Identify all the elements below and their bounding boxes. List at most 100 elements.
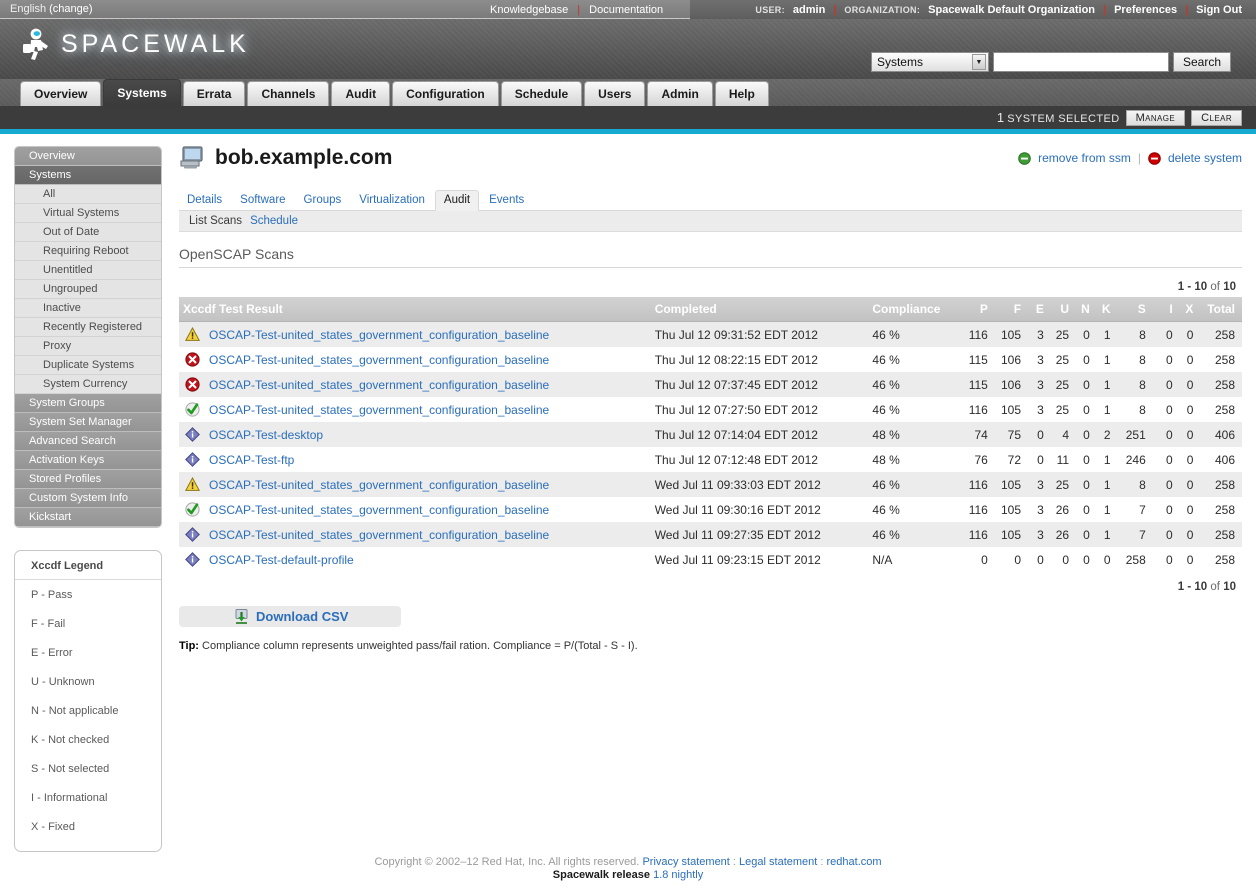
table-row[interactable]: OSCAP-Test-united_states_government_conf… [179, 472, 1242, 497]
subtab-software[interactable]: Software [232, 191, 293, 210]
cell-x: 0 [1179, 321, 1201, 347]
scan-result-link[interactable]: OSCAP-Test-united_states_government_conf… [209, 503, 549, 517]
sidebar-item-recently-registered[interactable]: Recently Registered [15, 318, 161, 337]
subtab-groups[interactable]: Groups [296, 191, 350, 210]
sidebar-item-inactive[interactable]: Inactive [15, 299, 161, 318]
cell-i: 0 [1152, 397, 1180, 422]
col-s[interactable]: S [1117, 297, 1153, 322]
col-f[interactable]: F [994, 297, 1029, 322]
cell-compliance: 46 % [868, 522, 962, 547]
table-row[interactable]: OSCAP-Test-united_states_government_conf… [179, 397, 1242, 422]
language-change-link[interactable]: (change) [49, 3, 92, 15]
subtab-schedule[interactable]: Schedule [250, 215, 298, 227]
tab-errata[interactable]: Errata [182, 81, 246, 106]
table-row[interactable]: OSCAP-Test-united_states_government_conf… [179, 372, 1242, 397]
table-row[interactable]: OSCAP-Test-united_states_government_conf… [179, 522, 1242, 547]
sign-out-link[interactable]: Sign Out [1196, 4, 1242, 16]
sidebar-item-advanced-search[interactable]: Advanced Search [15, 432, 161, 451]
redhat-link[interactable]: redhat.com [827, 856, 882, 868]
col-total[interactable]: Total [1200, 297, 1242, 322]
subtab-list-scans[interactable]: List Scans [189, 215, 242, 227]
sidebar-item-system-set-manager[interactable]: System Set Manager [15, 413, 161, 432]
tab-systems[interactable]: Systems [103, 79, 181, 106]
privacy-statement-link[interactable]: Privacy statement [642, 856, 729, 868]
col-i[interactable]: I [1152, 297, 1180, 322]
cell-i: 0 [1152, 347, 1180, 372]
table-row[interactable]: OSCAP-Test-default-profile Wed Jul 11 09:… [179, 547, 1242, 572]
tab-audit[interactable]: Audit [331, 81, 391, 106]
preferences-link[interactable]: Preferences [1114, 4, 1177, 16]
scan-result-link[interactable]: OSCAP-Test-united_states_government_conf… [209, 478, 549, 492]
download-csv-bar[interactable]: Download CSV [179, 606, 401, 627]
scan-result-link[interactable]: OSCAP-Test-united_states_government_conf… [209, 403, 549, 417]
sidebar-item-virtual-systems[interactable]: Virtual Systems [15, 204, 161, 223]
tab-overview[interactable]: Overview [20, 81, 102, 106]
ssm-manage-button[interactable]: Manage [1125, 109, 1186, 126]
sidebar-item-ungrouped[interactable]: Ungrouped [15, 280, 161, 299]
separator: | [1103, 3, 1107, 16]
download-csv-link[interactable]: Download CSV [256, 609, 348, 624]
col-u[interactable]: U [1050, 297, 1077, 322]
download-icon [235, 609, 248, 624]
col-xccdf-test-result[interactable]: Xccdf Test Result [179, 297, 651, 322]
release-version-link[interactable]: 1.8 nightly [653, 869, 703, 881]
tab-help[interactable]: Help [714, 81, 769, 106]
legal-statement-link[interactable]: Legal statement [739, 856, 817, 868]
brand-logo[interactable]: SPACEWALK [22, 27, 250, 61]
sidebar-item-requiring-reboot[interactable]: Requiring Reboot [15, 242, 161, 261]
sidebar-item-proxy[interactable]: Proxy [15, 337, 161, 356]
ssm-clear-button[interactable]: Clear [1191, 109, 1242, 126]
sidebar-item-systems[interactable]: Systems [15, 166, 161, 185]
col-k[interactable]: K [1096, 297, 1118, 322]
scan-result-link[interactable]: OSCAP-Test-united_states_government_conf… [209, 328, 549, 342]
documentation-link[interactable]: Documentation [589, 4, 663, 16]
cell-k: 1 [1096, 372, 1118, 397]
col-n[interactable]: N [1076, 297, 1097, 322]
subtab-audit[interactable]: Audit [434, 190, 480, 211]
tab-users[interactable]: Users [584, 81, 646, 106]
search-scope-select[interactable]: Systems ▼ [870, 52, 989, 72]
sidebar-item-kickstart[interactable]: Kickstart [15, 508, 161, 527]
delete-system-link[interactable]: delete system [1168, 151, 1242, 165]
sidebar-item-activation-keys[interactable]: Activation Keys [15, 451, 161, 470]
sidebar-item-overview[interactable]: Overview [15, 147, 161, 166]
sidebar-item-stored-profiles[interactable]: Stored Profiles [15, 470, 161, 489]
sidebar-item-all[interactable]: All [15, 185, 161, 204]
col-completed[interactable]: Completed [650, 297, 869, 322]
subtab-events[interactable]: Events [481, 191, 532, 210]
table-row[interactable]: OSCAP-Test-united_states_government_conf… [179, 321, 1242, 347]
scan-result-link[interactable]: OSCAP-Test-default-profile [209, 553, 354, 567]
search-input[interactable] [992, 52, 1169, 72]
sidebar-item-unentitled[interactable]: Unentitled [15, 261, 161, 280]
sidebar-item-duplicate-systems[interactable]: Duplicate Systems [15, 356, 161, 375]
subtab-virtualization[interactable]: Virtualization [351, 191, 433, 210]
col-x[interactable]: X [1179, 297, 1201, 322]
scan-result-link[interactable]: OSCAP-Test-united_states_government_conf… [209, 378, 549, 392]
scan-result-link[interactable]: OSCAP-Test-desktop [209, 428, 323, 442]
sidebar-item-system-currency[interactable]: System Currency [15, 375, 161, 394]
col-compliance[interactable]: Compliance [868, 297, 962, 322]
table-row[interactable]: OSCAP-Test-ftp Thu Jul 12 07:12:48 EDT 20… [179, 447, 1242, 472]
search-button[interactable]: Search [1172, 52, 1231, 72]
scan-result-link[interactable]: OSCAP-Test-ftp [209, 453, 294, 467]
page-title-group: bob.example.com [179, 146, 392, 170]
sidebar-item-system-groups[interactable]: System Groups [15, 394, 161, 413]
sidebar-item-custom-system-info[interactable]: Custom System Info [15, 489, 161, 508]
scan-result-link[interactable]: OSCAP-Test-united_states_government_conf… [209, 353, 549, 367]
sidebar-item-out-of-date[interactable]: Out of Date [15, 223, 161, 242]
col-e[interactable]: E [1028, 297, 1051, 322]
subtab-details[interactable]: Details [179, 191, 230, 210]
tab-channels[interactable]: Channels [247, 81, 330, 106]
col-p[interactable]: P [961, 297, 995, 322]
knowledgebase-link[interactable]: Knowledgebase [490, 4, 568, 16]
table-row[interactable]: OSCAP-Test-united_states_government_conf… [179, 497, 1242, 522]
legend-row-not-checked: K - Not checked [31, 734, 110, 746]
scan-result-link[interactable]: OSCAP-Test-united_states_government_conf… [209, 528, 549, 542]
cell-completed: Thu Jul 12 07:12:48 EDT 2012 [650, 447, 869, 472]
tab-admin[interactable]: Admin [647, 81, 713, 106]
table-row[interactable]: OSCAP-Test-desktop Thu Jul 12 07:14:04 ED… [179, 422, 1242, 447]
remove-from-ssm-link[interactable]: remove from ssm [1038, 151, 1131, 165]
tab-schedule[interactable]: Schedule [500, 81, 583, 106]
tab-configuration[interactable]: Configuration [392, 81, 499, 106]
table-row[interactable]: OSCAP-Test-united_states_government_conf… [179, 347, 1242, 372]
